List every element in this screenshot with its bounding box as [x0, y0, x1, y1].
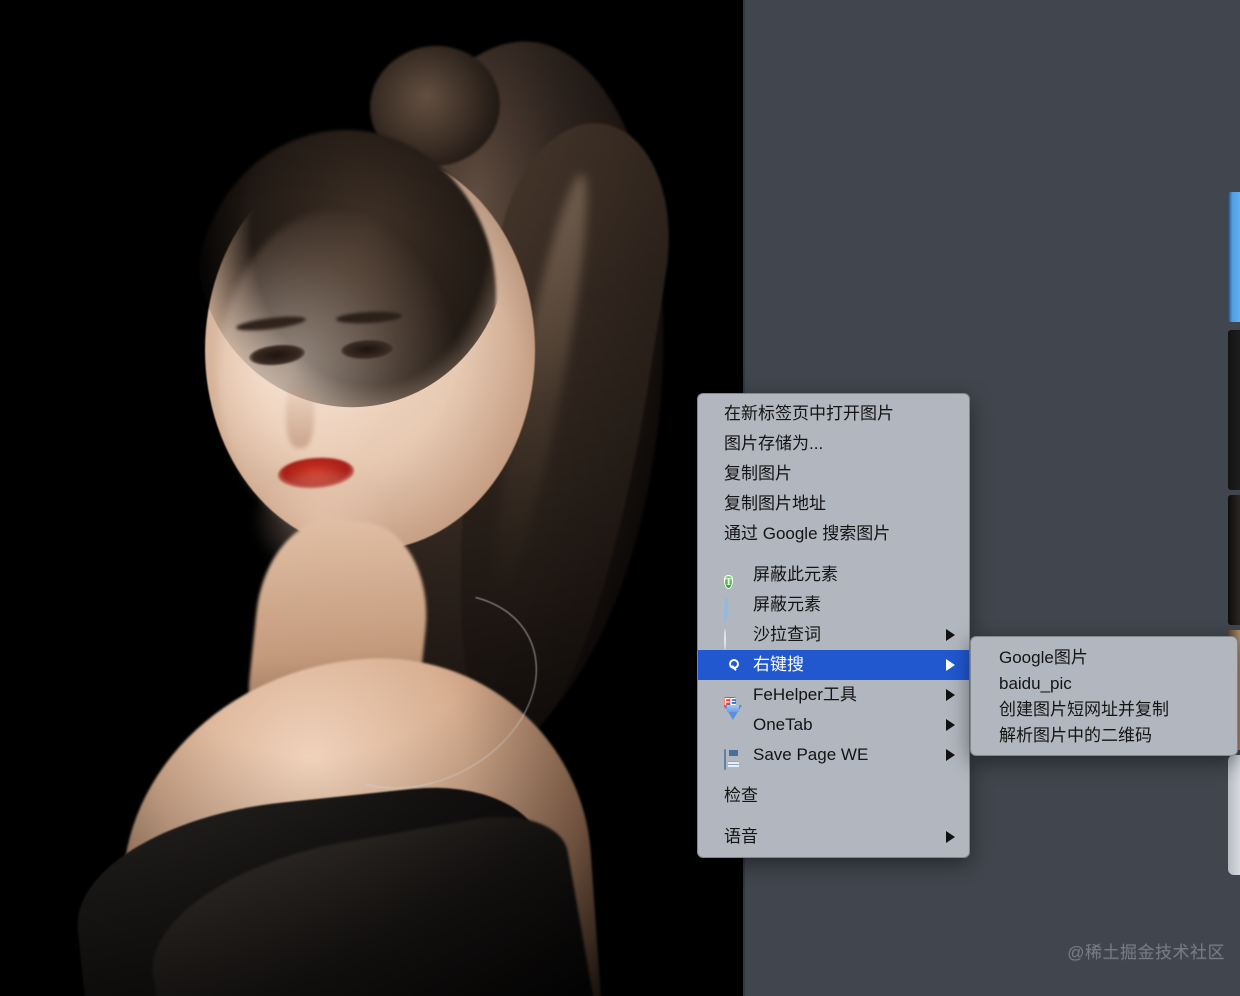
menu-item-block-this-element[interactable]: T 屏蔽此元素 — [698, 560, 969, 590]
onetab-diamond-icon — [724, 705, 744, 739]
leaf-icon — [724, 595, 744, 621]
menu-item-block-element[interactable]: 屏蔽元素 — [698, 590, 969, 621]
watermark: @稀土掘金技术社区 — [1067, 943, 1225, 962]
context-menu[interactable]: 在新标签页中打开图片 图片存储为... 复制图片 复制图片地址 通过 Googl… — [697, 393, 970, 858]
chevron-right-icon — [946, 659, 955, 671]
shield-icon: T — [724, 575, 734, 589]
menu-item-label: 右键搜 — [753, 655, 804, 674]
thumbnail-strip-blue[interactable] — [1228, 192, 1240, 322]
menu-item-onetab[interactable]: OneTab — [698, 705, 969, 740]
menu-item-label: 复制图片地址 — [724, 494, 826, 513]
chevron-right-icon — [946, 831, 955, 843]
submenu-item-google-image[interactable]: Google图片 — [971, 645, 1237, 671]
menu-item-saladict-lookup[interactable]: 沙拉查词 — [698, 620, 969, 650]
chevron-right-icon — [946, 749, 955, 761]
menu-item-save-page-we[interactable]: Save Page WE — [698, 740, 969, 770]
submenu-item-label: Google图片 — [999, 648, 1088, 667]
menu-item-inspect[interactable]: 检查 — [698, 781, 969, 811]
right-click-search-submenu[interactable]: Google图片 baidu_pic 创建图片短网址并复制 解析图片中的二维码 — [970, 636, 1238, 756]
submenu-item-baidu-pic[interactable]: baidu_pic — [971, 671, 1237, 697]
submenu-item-decode-qr-code[interactable]: 解析图片中的二维码 — [971, 723, 1237, 749]
submenu-item-create-short-url[interactable]: 创建图片短网址并复制 — [971, 697, 1237, 723]
submenu-item-label: 解析图片中的二维码 — [999, 726, 1152, 745]
thumbnail-strip-dark-1[interactable] — [1228, 330, 1240, 490]
menu-item-label: 语音 — [724, 827, 758, 846]
chevron-right-icon — [946, 629, 955, 641]
menu-separator — [698, 816, 969, 817]
menu-item-open-image-in-new-tab[interactable]: 在新标签页中打开图片 — [698, 399, 969, 429]
salad-icon — [724, 625, 744, 650]
menu-item-label: 通过 Google 搜索图片 — [724, 524, 891, 543]
menu-item-right-click-search[interactable]: 右键搜 — [698, 650, 969, 680]
image-viewer-photo[interactable] — [0, 0, 745, 996]
menu-item-copy-image-address[interactable]: 复制图片地址 — [698, 489, 969, 519]
floppy-disk-icon — [724, 745, 744, 770]
menu-item-label: 检查 — [724, 786, 758, 805]
photo-vignette — [0, 0, 745, 996]
menu-item-label: OneTab — [753, 715, 813, 734]
menu-item-speech[interactable]: 语音 — [698, 822, 969, 852]
menu-item-label: 屏蔽元素 — [753, 595, 821, 614]
menu-item-label: 沙拉查词 — [753, 625, 821, 644]
menu-separator — [698, 554, 969, 555]
menu-item-save-image-as[interactable]: 图片存储为... — [698, 429, 969, 459]
chevron-right-icon — [946, 719, 955, 731]
menu-item-label: 屏蔽此元素 — [753, 565, 838, 584]
menu-item-label: 在新标签页中打开图片 — [724, 404, 894, 423]
thumbnail-strip-dark-2[interactable] — [1228, 495, 1240, 625]
menu-item-label: FeHelper工具 — [753, 685, 857, 704]
menu-item-label: 复制图片 — [724, 464, 792, 483]
menu-item-search-image-with-google[interactable]: 通过 Google 搜索图片 — [698, 519, 969, 549]
menu-item-label: 图片存储为... — [724, 434, 824, 453]
menu-separator — [698, 775, 969, 776]
thumbnail-strip-light[interactable] — [1228, 755, 1240, 875]
key-search-icon — [724, 655, 744, 675]
menu-item-copy-image[interactable]: 复制图片 — [698, 459, 969, 489]
submenu-item-label: 创建图片短网址并复制 — [999, 700, 1169, 719]
submenu-item-label: baidu_pic — [999, 674, 1072, 693]
menu-item-label: Save Page WE — [753, 745, 869, 764]
chevron-right-icon — [946, 689, 955, 701]
fehelper-icon: FE — [724, 697, 736, 708]
